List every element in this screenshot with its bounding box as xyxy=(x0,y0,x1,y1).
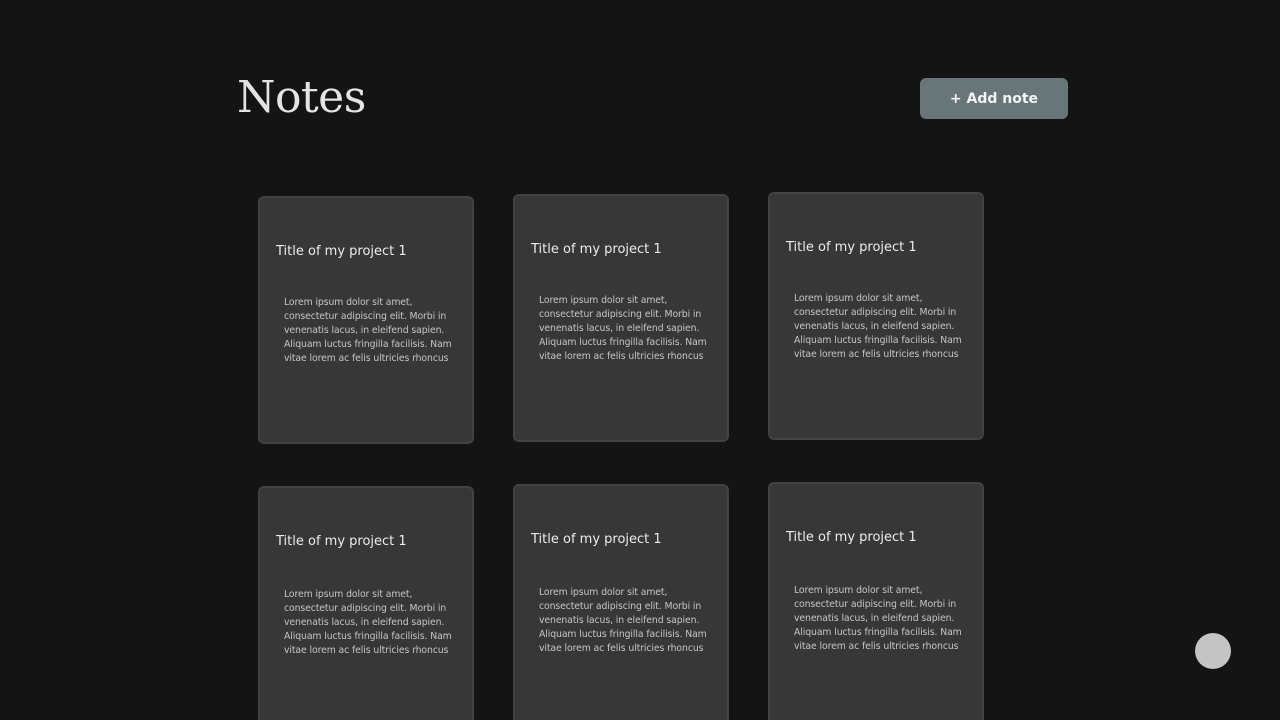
note-title: Title of my project 1 xyxy=(531,242,662,257)
note-body: Lorem ipsum dolor sit amet, consectetur … xyxy=(539,587,707,654)
floating-action-button[interactable] xyxy=(1195,633,1231,669)
note-card[interactable]: Title of my project 1 Lorem ipsum dolor … xyxy=(768,192,984,440)
note-body: Lorem ipsum dolor sit amet, consectetur … xyxy=(794,293,962,360)
note-body: Lorem ipsum dolor sit amet, consectetur … xyxy=(284,589,452,656)
note-card[interactable]: Title of my project 1 Lorem ipsum dolor … xyxy=(513,484,729,720)
note-title: Title of my project 1 xyxy=(531,532,662,547)
note-title: Title of my project 1 xyxy=(786,240,917,255)
note-title: Title of my project 1 xyxy=(786,530,917,545)
note-body: Lorem ipsum dolor sit amet, consectetur … xyxy=(539,295,707,362)
note-card[interactable]: Title of my project 1 Lorem ipsum dolor … xyxy=(768,482,984,720)
note-card[interactable]: Title of my project 1 Lorem ipsum dolor … xyxy=(258,196,474,444)
note-body: Lorem ipsum dolor sit amet, consectetur … xyxy=(284,297,452,364)
page-title: Notes xyxy=(237,72,366,123)
note-title: Title of my project 1 xyxy=(276,244,407,259)
note-title: Title of my project 1 xyxy=(276,534,407,549)
note-card[interactable]: Title of my project 1 Lorem ipsum dolor … xyxy=(513,194,729,442)
add-note-button[interactable]: + Add note xyxy=(920,78,1068,119)
notes-page: Notes + Add note Title of my project 1 L… xyxy=(0,0,1280,720)
note-card[interactable]: Title of my project 1 Lorem ipsum dolor … xyxy=(258,486,474,720)
note-body: Lorem ipsum dolor sit amet, consectetur … xyxy=(794,585,962,652)
